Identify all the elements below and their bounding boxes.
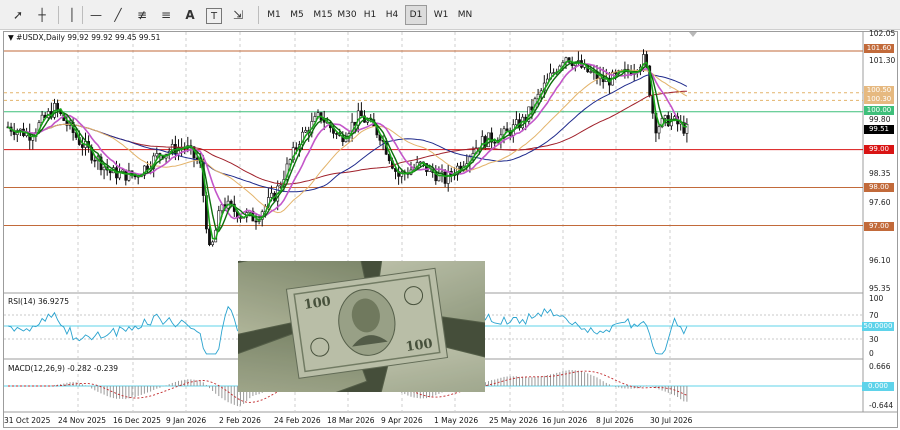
candle-body xyxy=(211,241,215,246)
level-tag-97-00: 97.00 xyxy=(864,222,894,231)
candle-body xyxy=(443,171,447,184)
candle-body xyxy=(359,110,363,117)
candle-body xyxy=(663,115,667,119)
candle-body xyxy=(102,166,106,171)
date-label: 24 Feb 2026 xyxy=(274,416,321,425)
chart-shift-marker xyxy=(689,32,697,37)
candle-body xyxy=(229,200,233,205)
date-label: 18 Mar 2026 xyxy=(327,416,375,425)
date-label: 1 May 2026 xyxy=(434,416,479,425)
level-tag-101-60: 101.60 xyxy=(864,44,894,53)
rsi-axis-label: 100 xyxy=(869,294,884,303)
candle-body xyxy=(446,171,450,184)
candle-body xyxy=(81,144,84,148)
candle-body xyxy=(316,112,320,117)
candle-body xyxy=(589,71,593,73)
level-tag-98-00: 98.00 xyxy=(864,183,894,192)
candle-body xyxy=(133,175,137,178)
rsi-axis-label: 70 xyxy=(869,311,879,320)
candle-body xyxy=(270,192,273,198)
candle-body xyxy=(418,161,422,164)
candle-body xyxy=(514,119,518,126)
macd-level-tag: 0.000 xyxy=(862,382,894,391)
macd-label: MACD(12,26,9) -0.282 -0.239 xyxy=(8,364,119,373)
candle-body xyxy=(366,120,370,123)
level-tag-100-50: 100.50 xyxy=(864,86,894,95)
dollar-bills-photo: 100 100 xyxy=(238,261,485,392)
chart-header: ▼ #USDX,Daily 99.92 99.92 99.45 99.51 xyxy=(8,33,161,42)
ma-tan xyxy=(7,69,688,214)
level-tag-100-30: 100.30 xyxy=(864,95,894,104)
date-label: 8 Jul 2026 xyxy=(596,416,634,425)
candle-body xyxy=(155,153,159,157)
price-axis-label: 98.35 xyxy=(869,169,891,178)
rsi-label: RSI(14) 36.9275 xyxy=(8,297,69,306)
candle-body xyxy=(493,141,497,144)
candle-body xyxy=(93,159,97,162)
rsi-level-tag: 50.0000 xyxy=(862,322,894,331)
candle-body xyxy=(239,217,242,219)
date-label: 24 Nov 2025 xyxy=(58,416,107,425)
date-label: 9 Apr 2026 xyxy=(381,416,423,425)
date-label: 25 May 2026 xyxy=(489,416,538,425)
rsi-axis-label: 0 xyxy=(869,349,874,358)
price-axis-label: 96.10 xyxy=(869,256,891,265)
date-label: 9 Jan 2026 xyxy=(166,416,207,425)
candle-body xyxy=(294,147,298,150)
macd-axis-label: -0.644 xyxy=(869,401,894,410)
candle-body xyxy=(279,184,283,187)
price-axis-label: 102.05 xyxy=(869,29,896,38)
candle-body xyxy=(685,123,689,134)
price-axis-label: 97.60 xyxy=(869,198,891,207)
candles xyxy=(6,49,689,247)
candle-body xyxy=(657,126,661,134)
date-label: 2 Feb 2026 xyxy=(219,416,261,425)
price-axis-label: 95.35 xyxy=(869,284,891,293)
date-label: 16 Jun 2026 xyxy=(542,416,588,425)
macd-axis-label: 0.666 xyxy=(869,362,891,371)
date-label: 31 Oct 2025 xyxy=(4,416,51,425)
price-axis-label: 99.80 xyxy=(869,115,891,124)
date-label: 30 Jul 2026 xyxy=(650,416,693,425)
candle-body xyxy=(322,119,326,123)
candle-body xyxy=(304,130,308,133)
candle-body xyxy=(208,228,211,246)
candle-body xyxy=(254,220,258,223)
candle-body xyxy=(505,128,509,131)
level-tag-100-00: 100.00 xyxy=(864,106,894,115)
candle-body xyxy=(56,103,60,111)
level-tag-99-00: 99.00 xyxy=(864,145,894,154)
candle-body xyxy=(335,133,339,135)
horizontal-levels xyxy=(4,50,863,226)
date-label: 16 Dec 2025 xyxy=(113,416,161,425)
price-axis-label: 101.30 xyxy=(869,56,896,65)
rsi-axis-label: 30 xyxy=(869,335,879,344)
current-price-tag: 99.51 xyxy=(864,125,894,134)
